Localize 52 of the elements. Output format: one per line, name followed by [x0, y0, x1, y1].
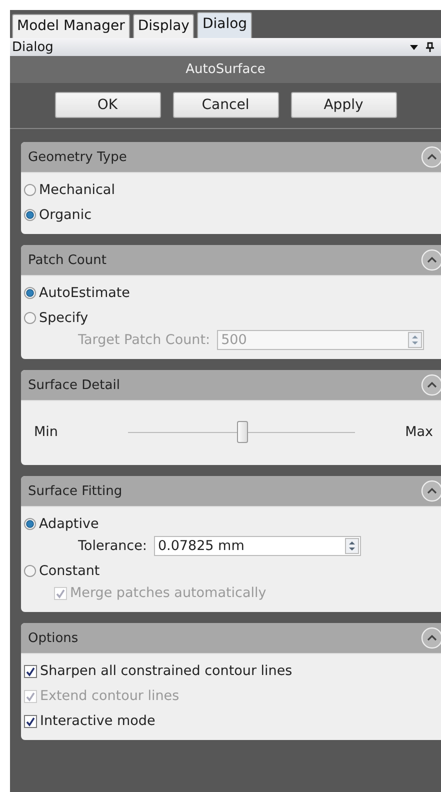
radio-button[interactable] — [24, 184, 36, 196]
checkbox[interactable] — [24, 664, 37, 678]
radio-button[interactable] — [24, 209, 36, 221]
slider-max-label: Max — [405, 424, 433, 440]
group-header[interactable]: Options — [21, 623, 441, 654]
field-label: Tolerance: — [78, 538, 147, 554]
group-title: Surface Detail — [28, 378, 120, 392]
dialog-button[interactable]: Apply — [290, 92, 396, 118]
radio-button[interactable] — [24, 565, 36, 577]
dropdown-icon[interactable] — [409, 42, 419, 52]
checkbox[interactable] — [24, 714, 37, 728]
slider-thumb[interactable] — [236, 421, 248, 443]
collapse-icon[interactable] — [421, 146, 441, 168]
radio-button[interactable] — [24, 518, 36, 530]
tab[interactable]: Dialog — [197, 12, 252, 38]
checkbox-label: Merge patches automatically — [70, 585, 266, 601]
group-title: Options — [28, 630, 78, 646]
pin-icon[interactable] — [425, 42, 435, 52]
collapse-icon[interactable] — [421, 627, 441, 649]
spinner-arrows-icon — [408, 332, 422, 348]
group-title: Geometry Type — [28, 150, 127, 164]
collapse-icon[interactable] — [421, 249, 441, 271]
radio-label[interactable]: Organic — [39, 207, 92, 223]
spin-field[interactable]: 0.07825 mm — [154, 536, 361, 556]
radio-button[interactable] — [24, 287, 36, 299]
tab[interactable]: Model Manager — [12, 14, 130, 38]
checkbox-label[interactable]: Interactive mode — [40, 713, 156, 729]
radio-label[interactable]: Constant — [39, 563, 100, 579]
group-title: Surface Fitting — [28, 484, 122, 498]
radio-button[interactable] — [24, 312, 36, 324]
collapse-icon[interactable] — [421, 374, 441, 396]
spinner-arrows-icon[interactable] — [344, 538, 359, 554]
group-header[interactable]: Patch Count — [21, 245, 441, 276]
group-title: Patch Count — [28, 252, 106, 268]
tab[interactable]: Display — [132, 14, 194, 38]
pane-title: Dialog — [12, 40, 54, 54]
slider-min-label: Min — [34, 424, 58, 440]
dialog-button[interactable]: Cancel — [172, 92, 278, 118]
checkbox-label[interactable]: Sharpen all constrained contour lines — [40, 663, 292, 679]
checkbox-label: Extend contour lines — [40, 688, 180, 704]
spin-field: 500 — [217, 330, 424, 350]
radio-label[interactable]: Specify — [39, 310, 88, 326]
radio-label[interactable]: AutoEstimate — [39, 285, 130, 301]
dialog-title: AutoSurface — [186, 62, 266, 77]
dialog-button[interactable]: OK — [54, 92, 160, 118]
field-label: Target Patch Count: — [78, 332, 210, 348]
group-header[interactable]: Surface Fitting — [21, 476, 441, 507]
radio-label[interactable]: Mechanical — [39, 182, 115, 198]
group-header[interactable]: Surface Detail — [21, 370, 441, 401]
radio-label[interactable]: Adaptive — [39, 516, 99, 532]
collapse-icon[interactable] — [421, 480, 441, 502]
group-header[interactable]: Geometry Type — [21, 142, 441, 173]
